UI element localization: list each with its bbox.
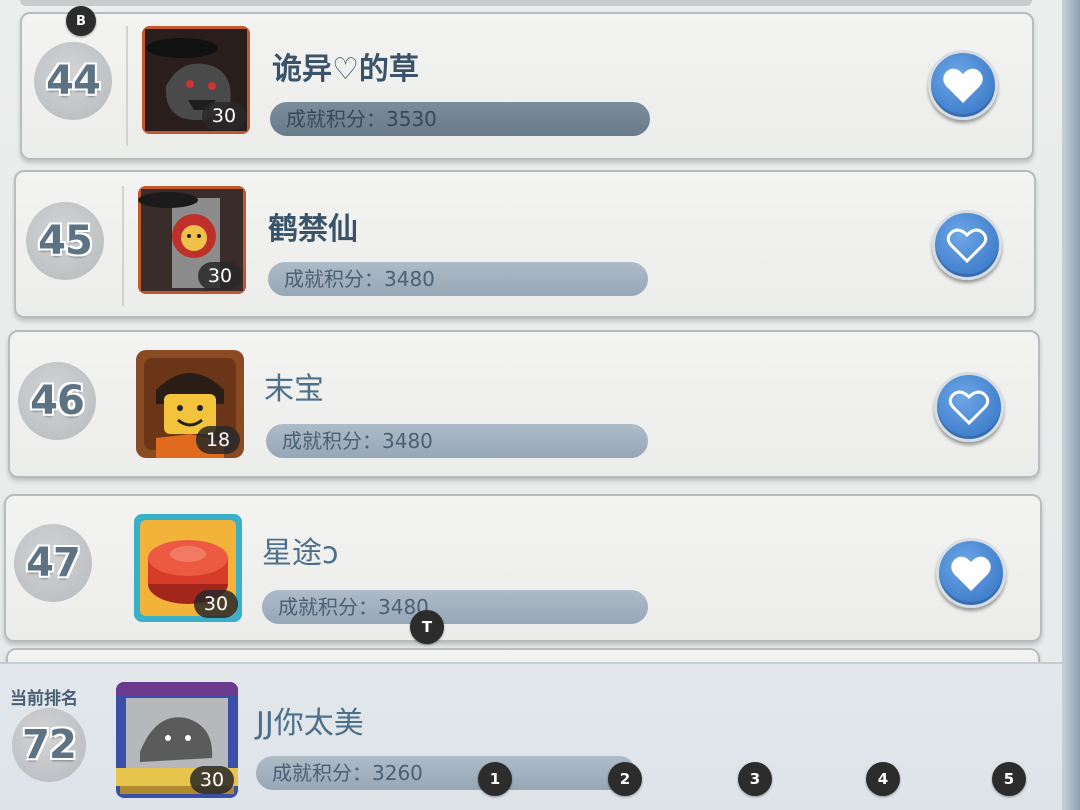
score-bar: 成就积分：3530	[270, 102, 650, 136]
marker-2: 2	[608, 762, 642, 796]
player-name: 鹤禁仙	[268, 212, 358, 247]
rank-number: 45	[38, 218, 93, 264]
marker-5: 5	[992, 762, 1026, 796]
level-badge: 30	[202, 102, 246, 130]
player-avatar[interactable]: 30	[134, 514, 242, 622]
row-divider	[126, 26, 128, 146]
heart-outline-icon	[948, 390, 990, 426]
player-avatar[interactable]: 30	[138, 186, 246, 294]
heart-icon	[943, 68, 983, 103]
marker-t: T	[410, 610, 444, 644]
rank-badge: 44	[34, 42, 112, 120]
rank-number: 47	[26, 540, 81, 586]
marker-1: 1	[478, 762, 512, 796]
current-user-avatar[interactable]: 30	[116, 682, 238, 798]
score-bar: 成就积分：3480	[268, 262, 648, 296]
player-name: 星途ↄ	[262, 536, 339, 571]
rank-badge: 47	[14, 524, 92, 602]
current-user-name: JJ你太美	[256, 706, 364, 741]
rank-number: 44	[46, 58, 101, 104]
current-user-score-bar: 成就积分：3260	[256, 756, 636, 790]
heart-outline-icon	[946, 228, 988, 264]
marker-4: 4	[866, 762, 900, 796]
score-bar: 成就积分：3480	[262, 590, 648, 624]
leaderboard-screen: 44 30 诡异♡的草 成就积分：3530 45 30 鹤禁仙 成就积分：348…	[0, 0, 1062, 810]
heart-icon	[951, 556, 991, 591]
current-rank-number: 72	[22, 722, 77, 768]
marker-b: B	[66, 6, 96, 36]
row-divider	[122, 186, 124, 306]
player-avatar[interactable]: 18	[136, 350, 244, 458]
player-name: 末宝	[264, 372, 324, 407]
rank-badge: 72	[12, 708, 86, 782]
marker-3: 3	[738, 762, 772, 796]
like-button[interactable]	[932, 210, 1002, 280]
score-bar: 成就积分：3480	[266, 424, 648, 458]
previous-row-edge	[20, 0, 1032, 6]
rank-badge: 45	[26, 202, 104, 280]
like-button[interactable]	[934, 372, 1004, 442]
rank-number: 46	[30, 378, 85, 424]
rank-badge: 46	[18, 362, 96, 440]
current-rank-label: 当前排名	[10, 689, 78, 709]
scrollbar[interactable]	[1062, 0, 1080, 810]
like-button[interactable]	[928, 50, 998, 120]
player-name: 诡异♡的草	[272, 52, 419, 87]
like-button[interactable]	[936, 538, 1006, 608]
level-badge: 30	[198, 262, 242, 290]
level-badge: 18	[196, 426, 240, 454]
level-badge: 30	[194, 590, 238, 618]
level-badge: 30	[190, 766, 234, 794]
player-avatar[interactable]: 30	[142, 26, 250, 134]
